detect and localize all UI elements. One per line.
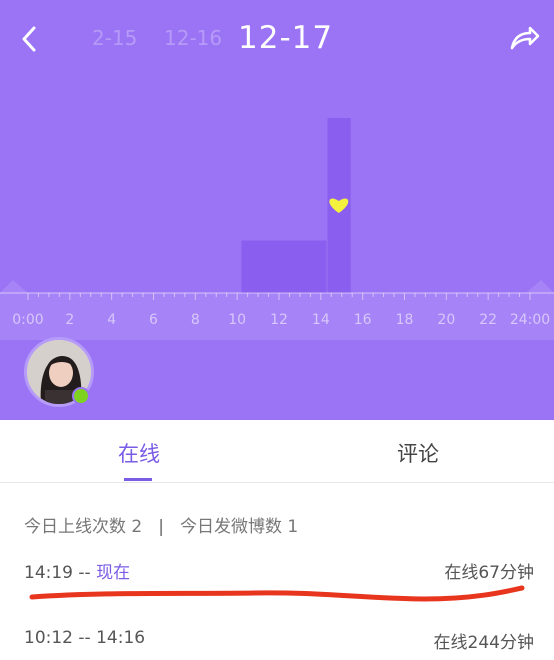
online-status-dot: [72, 387, 90, 405]
x-tick-label: 24:00: [510, 312, 550, 328]
date-tab-prev-2[interactable]: 2-15: [92, 26, 137, 50]
date-tab-prev-1[interactable]: 12-16: [164, 26, 222, 50]
axis-left-cap: [0, 280, 28, 293]
online-activity-header: 2-15 12-16 12-17 0:00 2 4 6 8 10 12 14 16 18 20 22 2…: [0, 0, 554, 420]
x-tick-label: 6: [149, 312, 158, 328]
tab-comments[interactable]: 评论: [397, 438, 439, 468]
share-icon[interactable]: [506, 20, 542, 56]
x-tick-label: 20: [437, 312, 455, 328]
x-tick-label: 14: [312, 312, 330, 328]
online-timeline-chart: 0:00 2 4 6 8 10 12 14 16 18 20 22 24:00: [0, 118, 554, 340]
x-tick-label: 8: [191, 312, 200, 328]
x-tick-label: 10: [228, 312, 246, 328]
session-end: 14:16: [96, 628, 146, 648]
x-tick-label: 16: [354, 312, 372, 328]
session-dash: --: [78, 563, 91, 583]
session-row: 10:12 -- 14:16 在线244分钟: [24, 628, 534, 653]
date-tab-current[interactable]: 12-17: [238, 20, 333, 56]
x-tick-label: 12: [270, 312, 288, 328]
x-tick-label: 22: [479, 312, 497, 328]
tab-bar: 在线 评论: [0, 420, 554, 483]
session-start: 10:12: [24, 628, 73, 648]
x-tick-label: 2: [65, 312, 74, 328]
login-count: 今日上线次数 2: [24, 517, 143, 537]
online-bar: [241, 240, 327, 293]
session-duration: 在线67分钟: [444, 563, 534, 583]
active-tab-indicator: [124, 478, 152, 481]
tab-online[interactable]: 在线: [118, 438, 160, 468]
red-underline-mark: [29, 585, 525, 602]
session-duration: 在线244分钟: [433, 633, 534, 653]
session-end: 现在: [96, 563, 131, 583]
session-start: 14:19: [24, 563, 73, 583]
x-tick-label: 0:00: [12, 312, 43, 328]
post-count: 今日发微博数 1: [179, 517, 299, 537]
session-dash: --: [78, 628, 91, 648]
stats-separator: |: [158, 517, 164, 537]
x-tick-label: 18: [396, 312, 414, 328]
back-arrow-icon[interactable]: [14, 20, 46, 58]
axis-right-cap: [526, 280, 554, 293]
session-row: 14:19 -- 现在 在线67分钟: [24, 558, 534, 583]
daily-stats: 今日上线次数 2 | 今日发微博数 1: [24, 512, 298, 537]
x-tick-label: 4: [107, 312, 116, 328]
